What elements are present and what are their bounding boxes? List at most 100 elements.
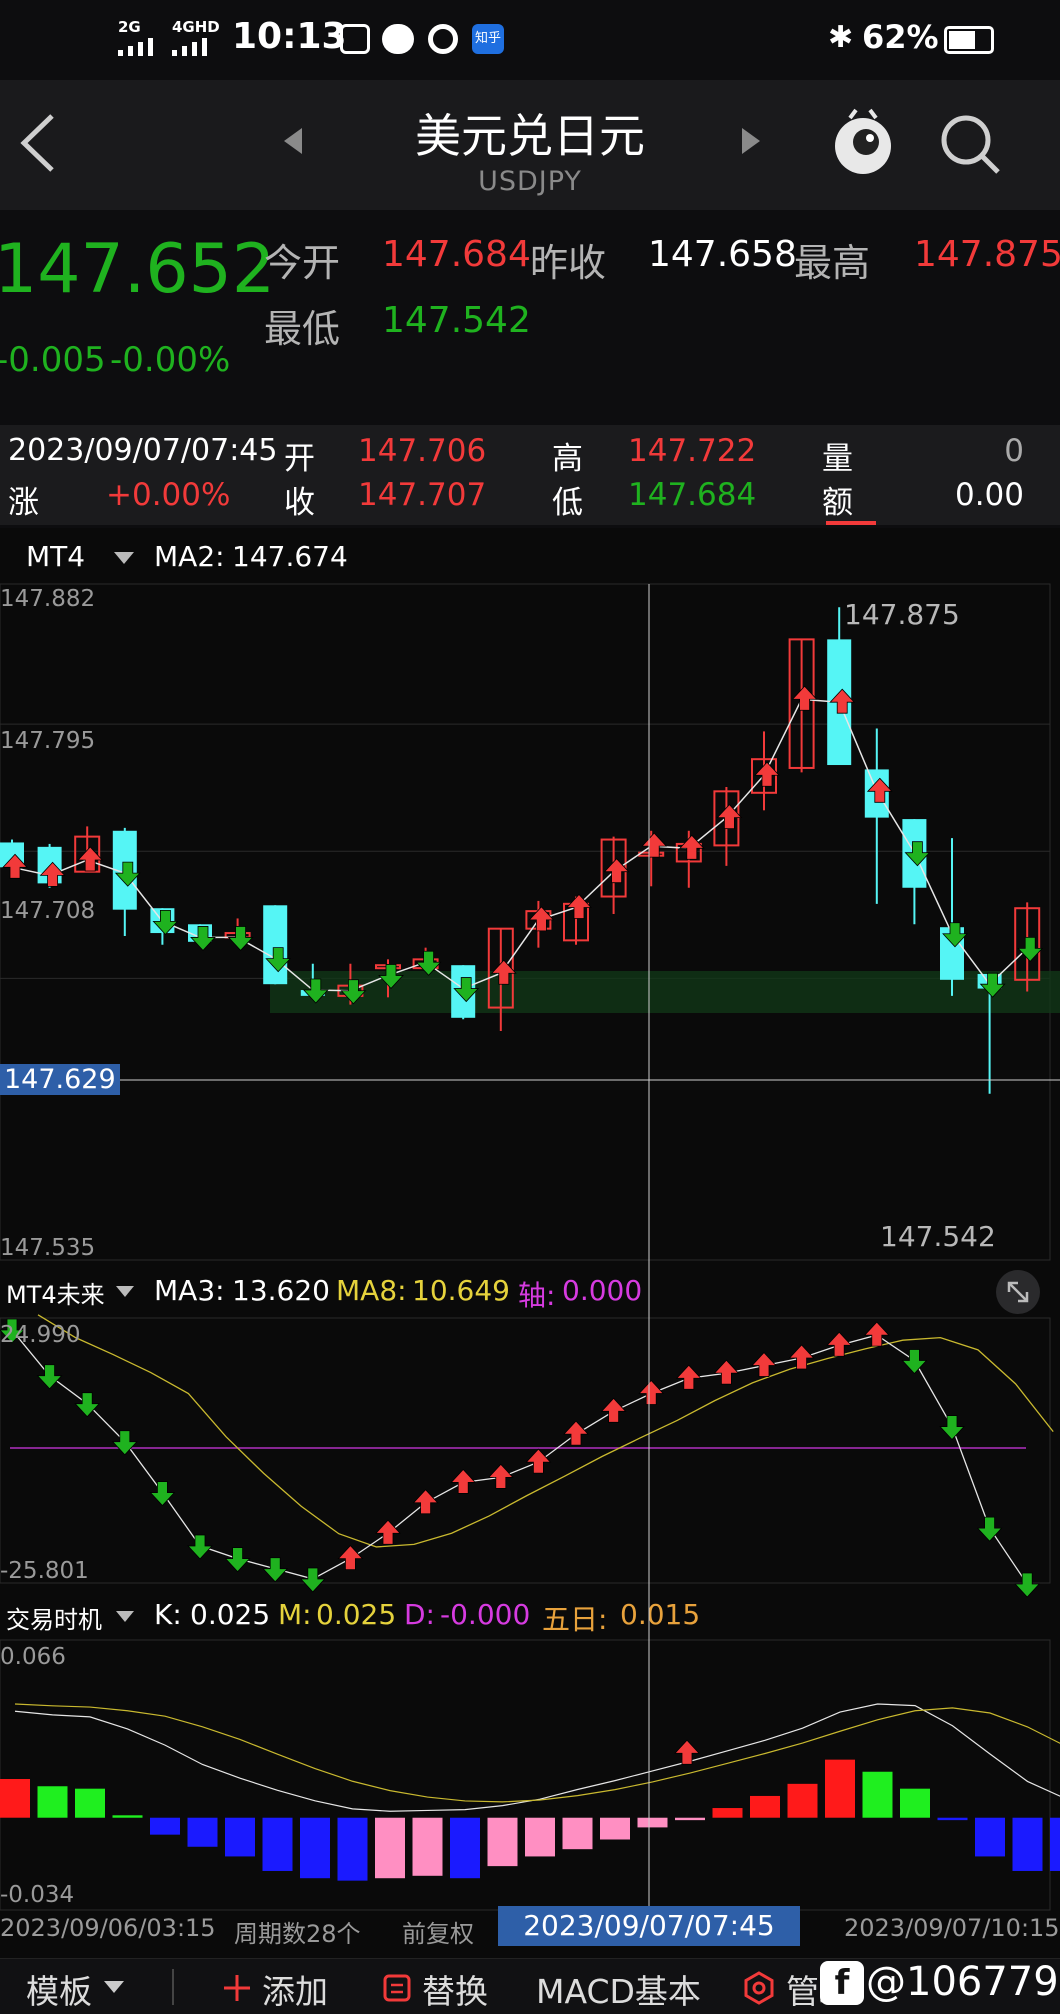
bar-datetime: 2023/09/07/07:45 (8, 433, 278, 468)
template-dropdown-icon[interactable] (104, 1981, 124, 1993)
candles (0, 607, 1041, 1094)
bar-high-value: 147.722 (628, 433, 757, 469)
macd-bar-9 (337, 1817, 368, 1881)
ma2-line (11, 698, 1028, 992)
open-label: 今开 (264, 241, 341, 285)
network-2g-label: 2G (118, 18, 141, 36)
replace-button[interactable]: 替换 (422, 1965, 488, 2013)
sub1-panel-frame (0, 1317, 1051, 1584)
open-value: 147.684 (382, 234, 531, 275)
sub2-axis-bottom: -0.034 (0, 1882, 75, 1908)
macd-signal-arrow (674, 1739, 700, 1765)
battery-percent: 62% (862, 18, 939, 56)
future-arrow-14 (525, 1448, 552, 1474)
signal-arrows (2, 685, 1044, 1005)
macd-bar-28 (1050, 1817, 1060, 1871)
adjust-mode[interactable]: 前复权 (402, 1914, 474, 1949)
future-arrows (0, 1318, 1041, 1598)
add-icon[interactable] (222, 1973, 252, 2003)
time-start: 2023/09/06/03:15 (0, 1914, 216, 1942)
battery-icon (944, 26, 994, 54)
macd-bar-23 (862, 1771, 893, 1818)
network-4g-label: 4GHD (172, 18, 220, 36)
signal-icon-2 (172, 38, 207, 56)
cursor-time-tag: 2023/09/07/07:45 (498, 1906, 800, 1946)
prev-close-value: 147.658 (648, 234, 797, 275)
high-value: 147.875 (914, 234, 1060, 275)
period-count: 周期数28个 (234, 1920, 361, 1948)
next-symbol-icon[interactable] (740, 126, 762, 156)
toolbar-divider (172, 1969, 174, 2005)
signal-arrow-6 (227, 926, 254, 952)
future-arrow-4 (149, 1481, 176, 1507)
macd-bar-19 (712, 1808, 743, 1818)
high-label: 最高 (794, 241, 871, 285)
manage-icon[interactable] (742, 1971, 776, 2005)
zhihu-icon: 知乎 (472, 24, 504, 54)
replace-icon[interactable] (382, 1973, 412, 2003)
volume-tab-indicator (826, 521, 876, 525)
macd-bar-5 (187, 1817, 218, 1847)
robot-assistant-icon[interactable] (830, 108, 896, 178)
bar-open-label: 开 (284, 441, 315, 477)
watermark-logo-icon: f (820, 1961, 864, 2005)
volume-label: 量 (822, 441, 853, 477)
macd-bar-20 (750, 1795, 780, 1818)
page-title: 美元兑日元 (415, 109, 645, 163)
macd-bar-14 (525, 1817, 555, 1857)
bar-high-label: 高 (552, 441, 583, 477)
future-arrow-16 (600, 1397, 627, 1423)
symbol-code: USDJPY (478, 166, 582, 197)
signal-icon (118, 38, 153, 56)
future-arrow-3 (111, 1430, 138, 1456)
macd-bar-8 (300, 1817, 330, 1879)
macd-bar-3 (112, 1815, 143, 1818)
future-arrow-7 (262, 1557, 289, 1583)
add-button[interactable]: 添加 (262, 1965, 328, 2013)
amount-label: 额 (822, 485, 853, 521)
future-arrow-19 (713, 1359, 740, 1385)
macd-bar-17 (637, 1817, 668, 1828)
bar-low-label: 低 (552, 485, 583, 521)
status-time: 10:13 (232, 16, 347, 57)
volume-value: 0 (1004, 433, 1024, 469)
future-arrow-9 (337, 1545, 364, 1571)
bluetooth-icon: ✱ (828, 20, 854, 55)
template-button[interactable]: 模板 (26, 1965, 92, 2013)
future-arrow-20 (751, 1351, 777, 1377)
future-arrow-23 (863, 1321, 890, 1347)
future-arrow-6 (224, 1547, 251, 1573)
macd-bar-13 (487, 1817, 518, 1867)
mt4-future-line (11, 1329, 1028, 1585)
future-arrow-21 (788, 1344, 815, 1370)
macd-bar-10 (375, 1817, 405, 1879)
sub1-axis-top: 24.990 (0, 1322, 81, 1348)
low-label: 最低 (264, 307, 341, 351)
future-arrow-8 (299, 1567, 326, 1593)
future-arrow-17 (638, 1379, 665, 1405)
max-price-label: 147.875 (844, 598, 960, 631)
macd-bar-26 (975, 1817, 1005, 1857)
search-icon[interactable] (938, 112, 1002, 176)
macd-basic-button[interactable]: MACD基本 (536, 1965, 701, 2013)
macd-bar-21 (787, 1783, 818, 1818)
wechat-icon (382, 24, 414, 54)
future-arrow-24 (901, 1349, 928, 1375)
macd-bar-6 (225, 1817, 255, 1857)
low-value: 147.542 (382, 300, 531, 341)
macd-bar-25 (937, 1817, 968, 1821)
crosshair-price-tag: 147.629 (0, 1064, 120, 1095)
prev-close-label: 昨收 (530, 241, 607, 285)
macd-bar-4 (150, 1817, 180, 1835)
last-price: 147.652 (0, 230, 276, 309)
watermark-text: @1067799 (866, 1959, 1060, 2005)
bar-open-value: 147.706 (358, 433, 487, 469)
amount-value: 0.00 (954, 477, 1024, 513)
future-arrow-1 (36, 1364, 63, 1390)
macd-bar-16 (600, 1817, 630, 1840)
bar-close-label: 收 (284, 485, 315, 521)
price-change: -0.005 (0, 340, 106, 380)
future-arrow-26 (976, 1516, 1003, 1542)
future-arrow-13 (487, 1463, 514, 1489)
future-arrow-22 (826, 1331, 853, 1357)
